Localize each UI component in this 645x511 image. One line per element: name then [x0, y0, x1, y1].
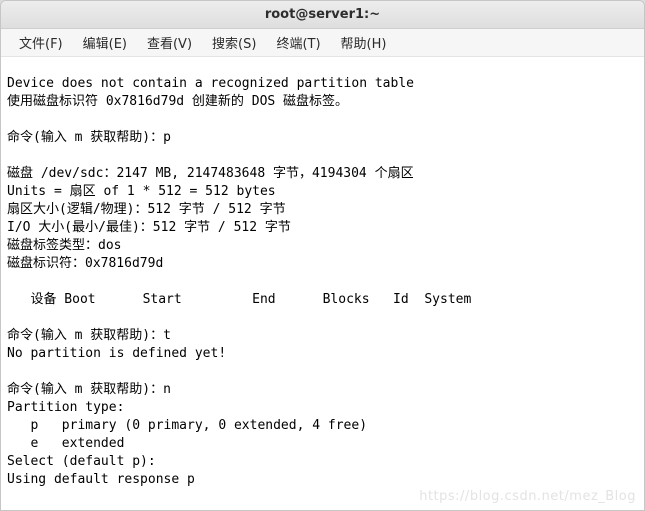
menu-edit[interactable]: 编辑(E)	[73, 31, 137, 54]
terminal-text: Device does not contain a recognized par…	[7, 76, 471, 487]
terminal-output[interactable]: Device does not contain a recognized par…	[1, 57, 644, 510]
menu-help[interactable]: 帮助(H)	[331, 31, 397, 54]
watermark-text: https://blog.csdn.net/mez_Blog	[419, 488, 636, 506]
terminal-window: root@server1:~ 文件(F) 编辑(E) 查看(V) 搜索(S) 终…	[0, 0, 645, 511]
menubar: 文件(F) 编辑(E) 查看(V) 搜索(S) 终端(T) 帮助(H)	[1, 29, 644, 57]
menu-terminal[interactable]: 终端(T)	[266, 31, 330, 54]
menu-view[interactable]: 查看(V)	[137, 31, 202, 54]
menu-file[interactable]: 文件(F)	[9, 31, 73, 54]
titlebar: root@server1:~	[1, 1, 644, 29]
menu-search[interactable]: 搜索(S)	[202, 31, 266, 54]
window-title: root@server1:~	[265, 7, 380, 22]
